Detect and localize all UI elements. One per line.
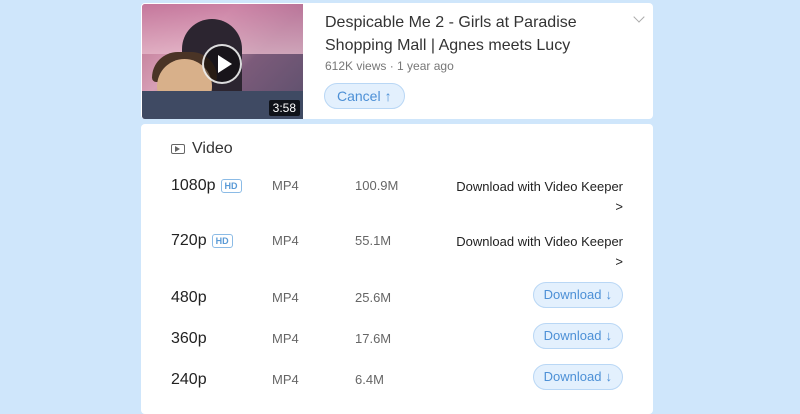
format-label: MP4 [272, 233, 299, 248]
format-label: MP4 [272, 372, 299, 387]
file-size: 17.6M [355, 331, 392, 346]
video-section-header: Video [171, 140, 233, 158]
resolution: 360p [171, 329, 207, 349]
file-size: 55.1M [355, 233, 392, 248]
format-row-720p: 720p HD MP4 55.1M Download with Video Ke… [171, 231, 623, 269]
file-size: 25.6M [355, 290, 392, 305]
keeper-arrow: > [615, 199, 623, 214]
format-row-360p: 360p MP4 17.6M Download ↓ [171, 323, 623, 359]
arrow-down-icon: ↓ [605, 369, 613, 384]
video-meta: 612K views · 1 year ago [325, 59, 454, 73]
hd-badge: HD [211, 234, 233, 248]
cancel-label: Cancel [337, 88, 381, 104]
download-label: Download [543, 328, 602, 343]
cancel-button[interactable]: Cancel ↑ [324, 83, 405, 109]
video-title: Despicable Me 2 - Girls at Paradise Shop… [325, 14, 577, 54]
play-icon[interactable] [202, 44, 242, 84]
format-label: MP4 [272, 331, 299, 346]
resolution: 1080p HD [171, 176, 242, 196]
resolution-label: 480p [171, 289, 207, 306]
format-row-480p: 480p MP4 25.6M Download ↓ [171, 282, 623, 318]
arrow-down-icon: ↓ [605, 287, 613, 302]
format-row-240p: 240p MP4 6.4M Download ↓ [171, 364, 623, 400]
file-size: 6.4M [355, 372, 384, 387]
resolution-label: 240p [171, 371, 207, 388]
resolution-label: 1080p [171, 177, 216, 194]
video-info-card: 3:58 Despicable Me 2 - Girls at Paradise… [141, 3, 653, 119]
download-with-video-keeper-link[interactable]: Download with Video Keeper > [433, 232, 623, 272]
format-label: MP4 [272, 178, 299, 193]
resolution: 240p [171, 370, 207, 390]
resolution-label: 360p [171, 330, 207, 347]
download-button[interactable]: Download ↓ [532, 364, 623, 390]
keeper-arrow: > [615, 254, 623, 269]
download-with-video-keeper-link[interactable]: Download with Video Keeper > [433, 177, 623, 217]
format-row-1080p: 1080p HD MP4 100.9M Download with Video … [171, 176, 623, 214]
arrow-down-icon: ↓ [605, 328, 613, 343]
keeper-label: Download with Video Keeper [456, 234, 623, 249]
section-label: Video [192, 140, 233, 157]
download-label: Download [543, 287, 602, 302]
video-icon [171, 144, 185, 154]
format-label: MP4 [272, 290, 299, 305]
download-label: Download [543, 369, 602, 384]
chevron-down-icon[interactable] [633, 11, 645, 23]
download-button[interactable]: Download ↓ [532, 282, 623, 308]
resolution: 480p [171, 288, 207, 308]
hd-badge: HD [220, 179, 242, 193]
keeper-label: Download with Video Keeper [456, 179, 623, 194]
resolution: 720p HD [171, 231, 233, 251]
arrow-up-icon: ↑ [384, 88, 392, 104]
video-thumbnail[interactable]: 3:58 [142, 4, 303, 119]
file-size: 100.9M [355, 178, 399, 193]
resolution-label: 720p [171, 232, 207, 249]
download-button[interactable]: Download ↓ [532, 323, 623, 349]
download-options-card: Video 1080p HD MP4 100.9M Download with … [141, 124, 653, 414]
video-duration: 3:58 [268, 100, 300, 116]
